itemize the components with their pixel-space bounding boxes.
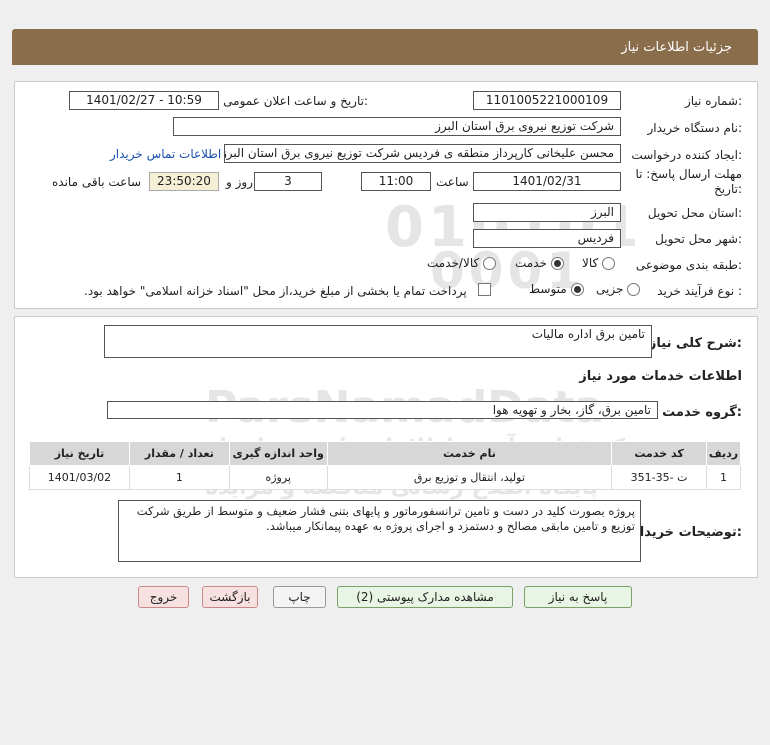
category-goods-service-radio[interactable] — [483, 257, 497, 270]
print-button[interactable]: چاپ — [273, 586, 326, 608]
treasury-payment-checkbox[interactable] — [478, 283, 491, 296]
category-option-service-label: خدمت — [515, 256, 547, 270]
requester-label: ایجاد کننده درخواست: — [631, 148, 742, 162]
col-row: ردیف — [706, 441, 741, 466]
city-field[interactable]: فردیس — [473, 229, 621, 248]
col-service-name: نام خدمت — [326, 441, 613, 466]
process-minor-radio[interactable] — [627, 283, 641, 296]
announce-date-label: تاریخ و ساعت اعلان عمومی: — [223, 94, 368, 108]
buyer-org-label: نام دستگاه خریدار: — [647, 121, 743, 135]
province-field[interactable]: البرز — [473, 203, 621, 222]
process-option-medium-label: متوسط — [529, 282, 567, 296]
category-label: طبقه بندی موضوعی: — [635, 258, 742, 272]
time-remaining-field: 23:50:20 — [149, 172, 219, 191]
category-option-goods[interactable]: کالا — [582, 256, 616, 270]
cell-need-date: 1401/03/02 — [29, 465, 130, 490]
services-heading: اطلاعات خدمات مورد نیاز — [579, 369, 742, 384]
deadline-time-label: ساعت — [436, 175, 469, 189]
summary-field: تامین برق اداره مالیات — [104, 325, 652, 358]
need-info-panel — [14, 81, 758, 309]
process-option-medium[interactable]: متوسط — [529, 282, 584, 296]
col-need-date: تاریخ نیاز — [29, 441, 130, 466]
category-option-goods-label: کالا — [582, 256, 599, 270]
cell-service-name: تولید، انتقال و توزیع برق — [326, 465, 613, 490]
col-quantity: تعداد / مقدار — [128, 441, 230, 466]
city-label: شهر محل تحویل: — [655, 232, 742, 246]
page-title: جزئیات اطلاعات نیاز — [12, 29, 758, 65]
cell-service-code: ت -35-351 — [611, 465, 708, 490]
reply-button[interactable]: پاسخ به نیاز — [524, 586, 632, 608]
treasury-payment-note: پرداخت تمام یا بخشی از مبلغ خرید،از محل … — [84, 284, 467, 298]
deadline-label: مهلت ارسال پاسخ: تا — [635, 167, 742, 181]
category-goods-radio[interactable] — [602, 257, 616, 270]
page-header: جزئیات اطلاعات نیاز — [12, 29, 758, 65]
summary-label: شرح کلی نیاز: — [648, 336, 742, 351]
time-remaining-label: ساعت باقی مانده — [52, 175, 142, 189]
exit-button[interactable]: خروج — [138, 586, 189, 608]
need-number-field[interactable]: 1101005221000109 — [473, 91, 621, 110]
cell-unit: پروژه — [228, 465, 328, 490]
buyer-contact-link[interactable]: اطلاعات تماس خریدار — [110, 147, 221, 161]
category-option-service[interactable]: خدمت — [515, 256, 564, 270]
service-group-label: گروه خدمت: — [662, 405, 742, 420]
deadline-time-field[interactable]: 11:00 — [361, 172, 431, 191]
view-attachments-button[interactable]: مشاهده مدارک پیوستی (2) — [337, 586, 513, 608]
process-option-minor[interactable]: جزیی — [596, 282, 641, 296]
table-row: 1 ت -35-351 تولید، انتقال و توزیع برق پر… — [29, 465, 741, 490]
back-button[interactable]: بازگشت — [202, 586, 258, 608]
days-remaining-field[interactable]: 3 — [254, 172, 322, 191]
category-service-radio[interactable] — [550, 257, 564, 270]
announce-date-field[interactable]: 1401/02/27 - 10:59 — [69, 91, 219, 110]
category-option-goods-service-label: کالا/خدمت — [427, 256, 480, 270]
process-option-minor-label: جزیی — [596, 282, 624, 296]
process-type-label: نوع فرآیند خرید : — [657, 284, 742, 298]
category-option-goods-service[interactable]: کالا/خدمت — [427, 256, 497, 270]
col-unit: واحد اندازه گیری — [228, 441, 328, 466]
cell-row: 1 — [706, 465, 741, 490]
col-service-code: کد خدمت — [611, 441, 708, 466]
cell-quantity: 1 — [128, 465, 230, 490]
deadline-label-2: تاریخ: — [714, 182, 742, 196]
buyer-notes-field: پروژه بصورت کلید در دست و تامین ترانسفور… — [118, 500, 641, 562]
need-number-label: شماره نیاز: — [684, 94, 742, 108]
services-table: ردیف کد خدمت نام خدمت واحد اندازه گیری ت… — [29, 441, 741, 490]
deadline-date-field[interactable]: 1401/02/31 — [473, 172, 621, 191]
service-group-field: تامین برق، گاز، بخار و تهویه هوا — [107, 401, 658, 419]
days-label: روز و — [226, 175, 253, 189]
buyer-notes-label: توضیحات خریدار: — [632, 525, 742, 540]
requester-field[interactable]: محسن علیخانی کارپرداز منطقه ی فردیس شرکت… — [224, 144, 621, 163]
services-table-header: ردیف کد خدمت نام خدمت واحد اندازه گیری ت… — [29, 441, 741, 466]
process-medium-radio[interactable] — [570, 283, 584, 296]
province-label: استان محل تحویل: — [647, 206, 742, 220]
buyer-org-field[interactable]: شرکت توزیع نیروی برق استان البرز — [173, 117, 621, 136]
